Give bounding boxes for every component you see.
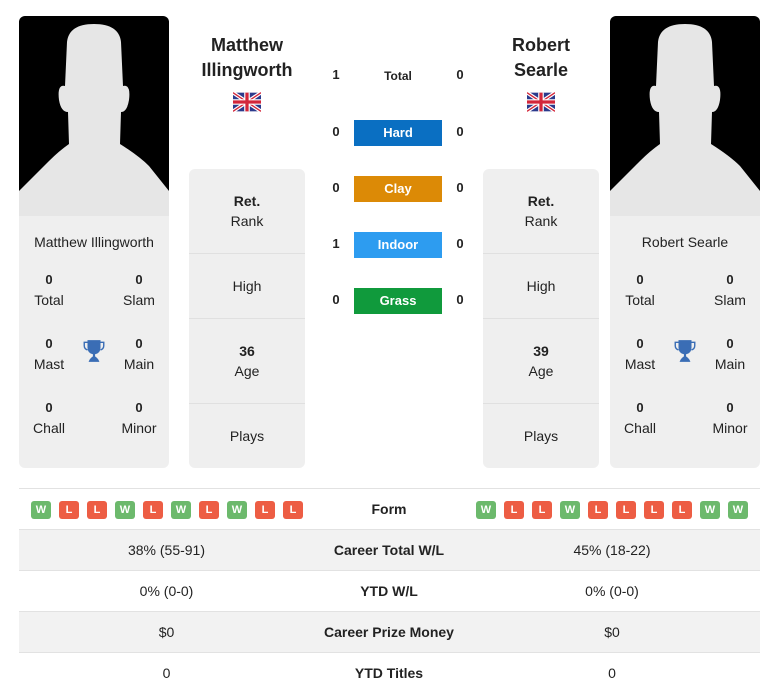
form-loss-badge[interactable]: L	[199, 501, 219, 519]
stats-row-career-total-w-l: 38% (55-91) Career Total W/L 45% (18-22)	[19, 529, 760, 570]
stats-label: Career Total W/L	[333, 542, 445, 558]
player2-card-name: Robert Searle	[641, 234, 729, 250]
form-loss-badge[interactable]: L	[143, 501, 163, 519]
player2-stat-value: 0	[608, 665, 616, 681]
form-win-badge[interactable]: W	[31, 501, 51, 519]
h2h-grass-p2: 0	[456, 292, 464, 307]
uk-flag-icon	[233, 92, 261, 112]
player2-name[interactable]: Robert Searle	[466, 33, 616, 83]
player1-stat-value: $0	[158, 624, 175, 640]
player2-age: 39 Age	[483, 319, 599, 404]
player1-stat-value: 0% (0-0)	[139, 583, 194, 599]
trophy-icon	[83, 340, 105, 362]
player1-photo	[19, 16, 169, 216]
form-loss-badge[interactable]: L	[59, 501, 79, 519]
stats-row-form: W L L W L W L W L L Form W L L W L L L L W W	[19, 488, 760, 529]
h2h-total-p1: 1	[332, 67, 340, 82]
h2h-indoor-label[interactable]: Indoor	[354, 232, 442, 258]
stats-table: W L L W L W L W L L Form W L L W L L L L W W 38% (55-91) Caree…	[19, 488, 760, 693]
h2h-total-label: Total	[384, 69, 412, 83]
player1-titles-chall: 0 Chall	[33, 400, 65, 436]
player2-form: WLLWLLLLWW	[476, 501, 748, 519]
player2-titles-minor: 0 Minor	[712, 400, 748, 436]
player1-stat-value: 0	[162, 665, 171, 681]
silhouette-icon	[610, 24, 760, 216]
form-loss-badge[interactable]: L	[255, 501, 275, 519]
player2-stat-value: 0% (0-0)	[585, 583, 639, 599]
h2h-grass-label[interactable]: Grass	[354, 288, 442, 314]
form-win-badge[interactable]: W	[560, 501, 580, 519]
player1-name[interactable]: Matthew Illingworth	[172, 33, 322, 83]
player1-titles-mast: 0 Mast	[33, 336, 65, 372]
stats-label: YTD Titles	[354, 665, 424, 681]
form-win-badge[interactable]: W	[227, 501, 247, 519]
trophy-icon	[674, 340, 696, 362]
player2-card: Robert Searle 0 Total 0 Slam 0 Mast 0 Main 0…	[610, 16, 760, 468]
player2-high: High	[483, 254, 599, 319]
player2-titles-chall: 0 Chall	[624, 400, 656, 436]
player2-photo	[610, 16, 760, 216]
stats-row-ytd-titles: 0 YTD Titles 0	[19, 652, 760, 693]
stats-row-career-prize-money: $0 Career Prize Money $0	[19, 611, 760, 652]
stats-row-ytd-w-l: 0% (0-0) YTD W/L 0% (0-0)	[19, 570, 760, 611]
player1-titles-total: 0 Total	[34, 272, 64, 308]
silhouette-icon	[19, 24, 169, 216]
player2-rank: Ret. Rank	[483, 169, 599, 254]
player1-titles-main: 0 Main	[123, 336, 155, 372]
player1-info-card: Ret. Rank High 36 Age Plays	[189, 169, 305, 468]
player1-age: 36 Age	[189, 319, 305, 404]
form-win-badge[interactable]: W	[700, 501, 720, 519]
form-loss-badge[interactable]: L	[87, 501, 107, 519]
player2-titles-main: 0 Main	[714, 336, 746, 372]
h2h-clay-label[interactable]: Clay	[354, 176, 442, 202]
h2h-clay-p2: 0	[456, 180, 464, 195]
stats-label: YTD W/L	[360, 583, 418, 599]
stats-label: Form	[371, 501, 407, 517]
form-loss-badge[interactable]: L	[672, 501, 692, 519]
form-win-badge[interactable]: W	[728, 501, 748, 519]
h2h-indoor-p2: 0	[456, 236, 464, 251]
form-loss-badge[interactable]: L	[532, 501, 552, 519]
player2-info-card: Ret. Rank High 39 Age Plays	[483, 169, 599, 468]
player1-stat-value: 38% (55-91)	[127, 542, 206, 558]
h2h-clay-p1: 0	[332, 180, 340, 195]
player1-plays: Plays	[229, 428, 265, 444]
form-loss-badge[interactable]: L	[588, 501, 608, 519]
h2h-indoor-p1: 1	[332, 236, 340, 251]
h2h-hard-p2: 0	[456, 124, 464, 139]
player1-form: WLLWLWLWLL	[31, 501, 303, 519]
form-loss-badge[interactable]: L	[616, 501, 636, 519]
form-win-badge[interactable]: W	[476, 501, 496, 519]
player1-high: High	[189, 254, 305, 319]
form-win-badge[interactable]: W	[171, 501, 191, 519]
form-loss-badge[interactable]: L	[504, 501, 524, 519]
player2-titles-mast: 0 Mast	[624, 336, 656, 372]
uk-flag-icon	[527, 92, 555, 112]
player1-card-name: Matthew Illingworth	[34, 234, 154, 250]
player2-plays: Plays	[523, 428, 559, 444]
h2h-hard-label[interactable]: Hard	[354, 120, 442, 146]
player2-stat-value: 45% (18-22)	[573, 542, 651, 558]
form-win-badge[interactable]: W	[115, 501, 135, 519]
form-loss-badge[interactable]: L	[283, 501, 303, 519]
form-loss-badge[interactable]: L	[644, 501, 664, 519]
player1-card: Matthew Illingworth 0 Total 0 Slam 0 Mast 0…	[19, 16, 169, 468]
player2-titles-total: 0 Total	[625, 272, 655, 308]
player1-titles-minor: 0 Minor	[121, 400, 157, 436]
player1-rank: Ret. Rank	[189, 169, 305, 254]
player2-stat-value: $0	[604, 624, 620, 640]
h2h-grass-p1: 0	[332, 292, 340, 307]
player1-titles-slam: 0 Slam	[123, 272, 155, 308]
player2-titles-slam: 0 Slam	[714, 272, 746, 308]
stats-label: Career Prize Money	[324, 624, 454, 640]
h2h-hard-p1: 0	[332, 124, 340, 139]
